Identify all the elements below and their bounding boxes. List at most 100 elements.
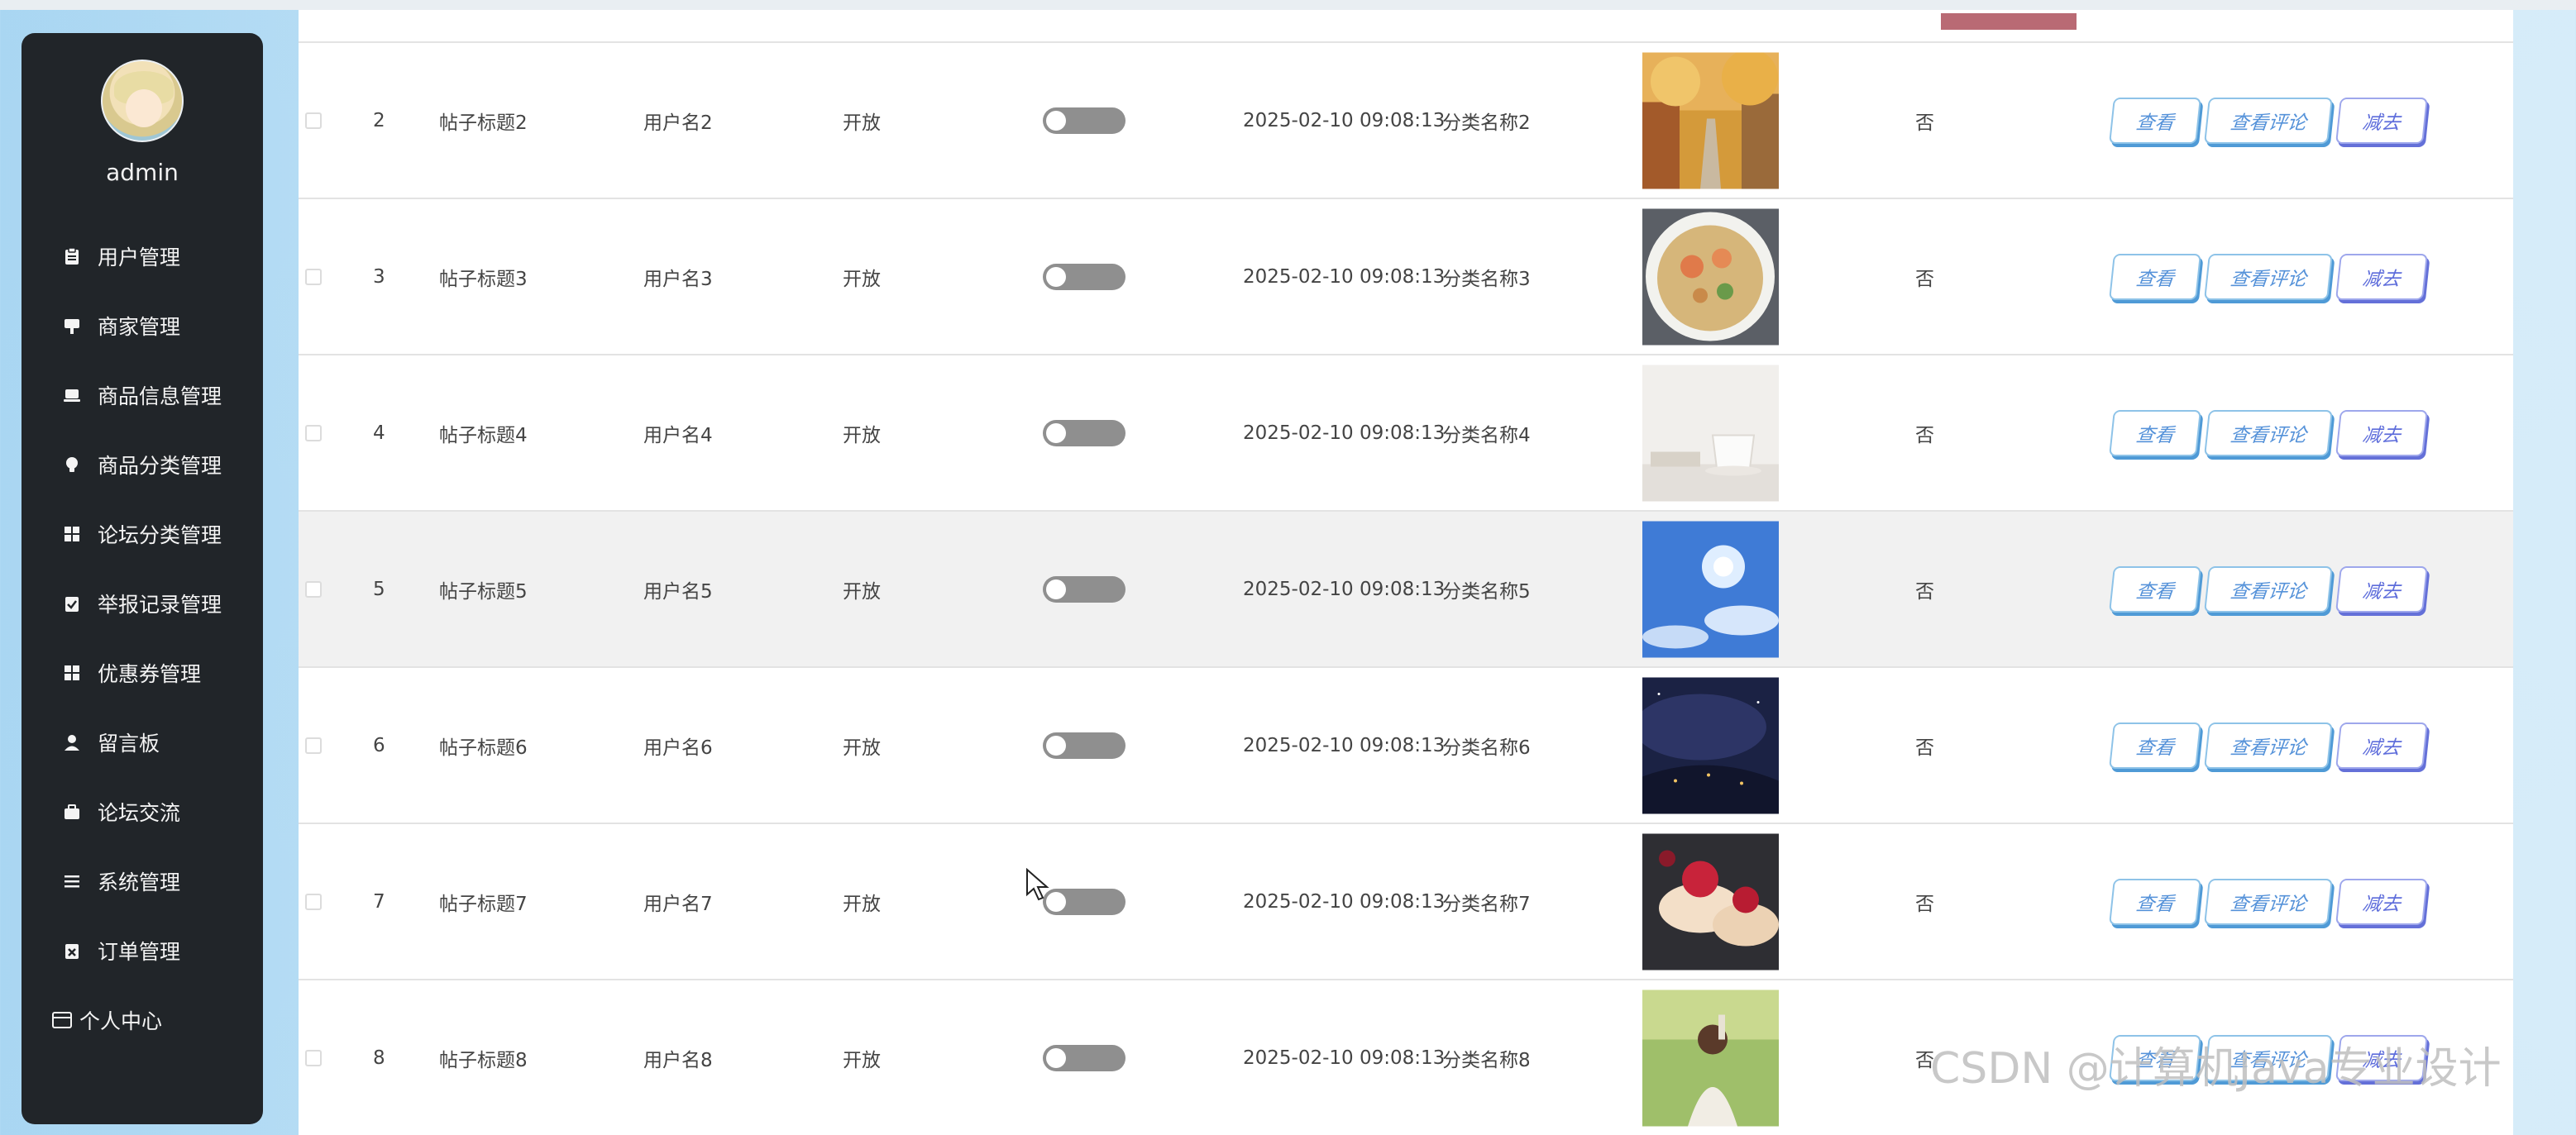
category-cell: 分类名称6 [1442, 737, 1531, 759]
sidebar-item-coupons[interactable]: 优惠券管理 [22, 638, 263, 708]
clipboard-check-icon [63, 594, 81, 613]
clipboard-icon [63, 247, 81, 265]
row-index: 7 [373, 890, 385, 913]
sidebar-item-user-management[interactable]: 用户管理 [22, 222, 263, 291]
sidebar-item-forum-category[interactable]: 论坛分类管理 [22, 499, 263, 569]
sidebar-item-label: 优惠券管理 [98, 662, 202, 686]
post-image [1642, 52, 1779, 188]
username: admin [106, 159, 179, 186]
sidebar-item-forum[interactable]: 论坛交流 [22, 777, 263, 846]
row-checkbox[interactable] [305, 580, 322, 598]
username-cell: 用户名4 [643, 424, 713, 446]
watermark: CSDN @计算机Java专业设计 [1930, 1044, 2502, 1094]
sidebar-item-label: 用户管理 [98, 246, 181, 269]
pinned-cell: 否 [1915, 580, 1934, 603]
minus-button[interactable]: 减去 [2335, 253, 2428, 300]
row-checkbox[interactable] [305, 268, 322, 285]
grid-icon [63, 664, 81, 682]
view-comments-button[interactable]: 查看评论 [2204, 722, 2333, 769]
post-image [1642, 365, 1779, 501]
sidebar-item-label: 商家管理 [98, 315, 181, 339]
view-comments-button[interactable]: 查看评论 [2204, 253, 2333, 300]
category-cell: 分类名称8 [1442, 1049, 1531, 1071]
previous-row-image-edge [1941, 13, 2077, 30]
pinned-cell: 否 [1915, 268, 1934, 290]
time-cell: 2025-02-10 09:08:13 [1243, 578, 1446, 600]
sidebar-item-product-category[interactable]: 商品分类管理 [22, 430, 263, 499]
row-index: 3 [373, 265, 385, 288]
minus-button[interactable]: 减去 [2335, 565, 2428, 613]
view-comments-button[interactable]: 查看评论 [2204, 409, 2333, 456]
post-title: 帖子标题8 [439, 1049, 528, 1071]
toggle-switch[interactable] [1043, 888, 1126, 915]
clipboard-x-icon [63, 942, 81, 960]
toggle-switch[interactable] [1043, 263, 1126, 290]
time-cell: 2025-02-10 09:08:13 [1243, 422, 1446, 444]
sidebar-item-merchant-management[interactable]: 商家管理 [22, 291, 263, 360]
pinned-cell: 否 [1915, 112, 1934, 134]
post-image [1642, 677, 1779, 813]
minus-button[interactable]: 减去 [2335, 722, 2428, 769]
view-button[interactable]: 查看 [2109, 722, 2201, 769]
minus-button[interactable]: 减去 [2335, 409, 2428, 456]
sidebar-item-label: 订单管理 [98, 940, 181, 964]
browser-top-strip [0, 0, 2576, 10]
post-title: 帖子标题5 [439, 580, 528, 603]
sidebar-menu: 用户管理 商家管理 商品信息管理 商品分类管理 论坛分类管理 举报记录管理 优惠… [22, 222, 263, 1055]
status-cell: 开放 [843, 1049, 881, 1071]
toggle-switch[interactable] [1043, 419, 1126, 446]
sidebar-item-product-info[interactable]: 商品信息管理 [22, 360, 263, 430]
view-button[interactable]: 查看 [2109, 253, 2201, 300]
avatar[interactable] [101, 60, 184, 142]
status-cell: 开放 [843, 893, 881, 915]
table-row: 2 帖子标题2 用户名2 开放 2025-02-10 09:08:13 分类名称… [299, 41, 2513, 198]
sidebar-item-orders[interactable]: 订单管理 [22, 916, 263, 985]
table-row: 7 帖子标题7 用户名7 开放 2025-02-10 09:08:13 分类名称… [299, 823, 2513, 979]
row-checkbox[interactable] [305, 1049, 322, 1066]
view-button[interactable]: 查看 [2109, 409, 2201, 456]
toggle-switch[interactable] [1043, 107, 1126, 134]
sidebar-item-profile[interactable]: 个人中心 [22, 985, 263, 1055]
row-checkbox[interactable] [305, 112, 322, 129]
row-index: 8 [373, 1047, 385, 1069]
row-index: 2 [373, 109, 385, 131]
time-cell: 2025-02-10 09:08:13 [1243, 109, 1446, 131]
minus-button[interactable]: 减去 [2335, 97, 2428, 144]
view-comments-button[interactable]: 查看评论 [2204, 878, 2333, 925]
time-cell: 2025-02-10 09:08:13 [1243, 265, 1446, 288]
status-cell: 开放 [843, 424, 881, 446]
toggle-switch[interactable] [1043, 1044, 1126, 1071]
username-cell: 用户名5 [643, 580, 713, 603]
table-row: 6 帖子标题6 用户名6 开放 2025-02-10 09:08:13 分类名称… [299, 666, 2513, 823]
view-button[interactable]: 查看 [2109, 565, 2201, 613]
status-cell: 开放 [843, 112, 881, 134]
post-title: 帖子标题4 [439, 424, 528, 446]
category-cell: 分类名称4 [1442, 424, 1531, 446]
laptop-icon [63, 386, 81, 404]
username-cell: 用户名3 [643, 268, 713, 290]
user-icon [63, 733, 81, 751]
time-cell: 2025-02-10 09:08:13 [1243, 1047, 1446, 1069]
category-cell: 分类名称3 [1442, 268, 1531, 290]
pinned-cell: 否 [1915, 424, 1934, 446]
sidebar-item-system[interactable]: 系统管理 [22, 846, 263, 916]
minus-button[interactable]: 减去 [2335, 878, 2428, 925]
view-button[interactable]: 查看 [2109, 878, 2201, 925]
view-button[interactable]: 查看 [2109, 97, 2201, 144]
category-cell: 分类名称2 [1442, 112, 1531, 134]
post-image [1642, 990, 1779, 1126]
sidebar-item-message-board[interactable]: 留言板 [22, 708, 263, 777]
mouse-cursor-icon [1026, 868, 1049, 901]
row-index: 5 [373, 578, 385, 600]
view-comments-button[interactable]: 查看评论 [2204, 565, 2333, 613]
toggle-switch[interactable] [1043, 575, 1126, 603]
post-table: 2 帖子标题2 用户名2 开放 2025-02-10 09:08:13 分类名称… [299, 10, 2513, 1135]
row-checkbox[interactable] [305, 893, 322, 910]
row-checkbox[interactable] [305, 424, 322, 441]
toggle-switch[interactable] [1043, 732, 1126, 759]
row-checkbox[interactable] [305, 737, 322, 754]
post-title: 帖子标题7 [439, 893, 528, 915]
sidebar-item-report-records[interactable]: 举报记录管理 [22, 569, 263, 638]
view-comments-button[interactable]: 查看评论 [2204, 97, 2333, 144]
table-row: 5 帖子标题5 用户名5 开放 2025-02-10 09:08:13 分类名称… [299, 510, 2513, 666]
